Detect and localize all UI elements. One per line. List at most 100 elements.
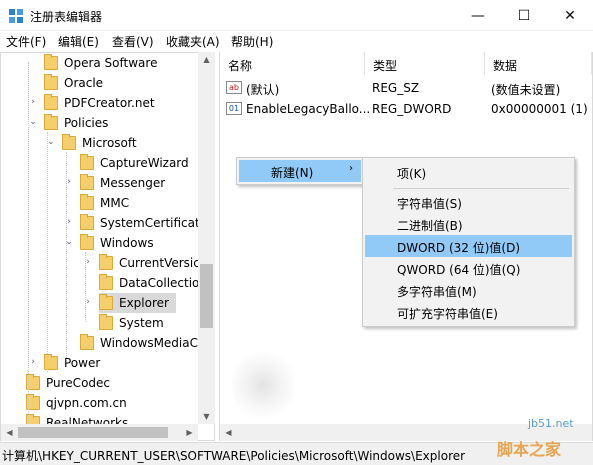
tree-item[interactable]: › CurrentVersic	[0, 253, 200, 273]
tree-item[interactable]: WindowsMediaC	[0, 333, 200, 353]
tree-item-label: Microsoft	[82, 136, 137, 150]
tree-item[interactable]: PureCodec	[0, 373, 200, 393]
list-scroll-left-arrow-icon[interactable]: ◀	[220, 428, 237, 437]
folder-icon	[44, 114, 58, 130]
column-header-name[interactable]: 名称	[220, 52, 365, 75]
submenu-item[interactable]: QWORD (64 位)值(Q)	[365, 257, 572, 279]
menu-favorites[interactable]: 收藏夹(A)	[166, 33, 220, 50]
title-bar: 注册表编辑器 — ☐ ✕	[0, 0, 593, 31]
column-header-data[interactable]: 数据	[485, 52, 592, 75]
column-type-label: 类型	[373, 59, 398, 73]
tree-horizontal-scroll-thumb[interactable]	[18, 427, 168, 438]
value-row[interactable]: 01 EnableLegacyBallo... REG_DWORD 0x0000…	[220, 98, 592, 120]
tree-item-label: Explorer	[119, 296, 169, 310]
column-header-type[interactable]: 类型	[365, 52, 485, 75]
maximize-button[interactable]: ☐	[501, 0, 547, 31]
tree-item[interactable]: qjvpn.com.cn	[0, 393, 200, 413]
folder-icon	[80, 194, 94, 210]
menu-help[interactable]: 帮助(H)	[231, 33, 273, 50]
expand-chevron-icon[interactable]: ›	[28, 357, 38, 367]
tree-vertical-scrollbar[interactable]	[198, 52, 215, 424]
tree-item[interactable]: › PDFCreator.net	[0, 93, 200, 113]
collapse-chevron-icon[interactable]: ⌄	[28, 117, 38, 127]
folder-icon	[44, 54, 58, 70]
tree-item[interactable]: › Messenger	[0, 173, 200, 193]
value-data: (数值未设置)	[491, 83, 561, 97]
value-name: (默认)	[246, 83, 280, 97]
tree-item[interactable]: › SystemCertificate	[0, 213, 207, 233]
tree-item-label: Opera Software	[64, 56, 158, 70]
folder-icon	[99, 254, 113, 270]
menu-file[interactable]: 文件(F)	[6, 33, 46, 50]
scroll-right-arrow-icon[interactable]: ▶	[181, 428, 198, 437]
close-button[interactable]: ✕	[547, 0, 593, 31]
folder-icon	[80, 154, 94, 170]
binary-value-icon: 01	[226, 102, 242, 115]
submenu-separator	[393, 188, 569, 189]
tree-item[interactable]: ⌄ Microsoft	[0, 133, 200, 153]
tree-vertical-scroll-thumb[interactable]	[200, 264, 213, 328]
tree-item-label: CaptureWizard	[100, 156, 189, 170]
tree-item-label: PDFCreator.net	[64, 96, 155, 110]
value-type: REG_SZ	[372, 81, 420, 95]
watermark-name: 脚本之家	[497, 440, 562, 459]
menu-view[interactable]: 查看(V)	[112, 33, 154, 50]
tree-item-label: Power	[64, 356, 101, 370]
value-row[interactable]: ab (默认) REG_SZ (数值未设置)	[220, 77, 592, 99]
minimize-icon: —	[471, 7, 485, 24]
tree-item[interactable]: Oracle	[0, 73, 200, 93]
tree-item-label: MMC	[100, 196, 130, 210]
folder-icon	[80, 234, 94, 250]
column-name-label: 名称	[228, 59, 253, 73]
tree-item-label: System	[119, 316, 164, 330]
tree-guide-line	[66, 152, 67, 362]
context-menu-new-label: 新建(N)	[271, 166, 314, 180]
tree-item[interactable]: CaptureWizard	[0, 153, 200, 173]
column-data-label: 数据	[493, 59, 518, 73]
tree-item-label: Oracle	[64, 76, 104, 90]
tree-guide-line	[47, 132, 48, 372]
tree-item-label: Windows	[100, 236, 154, 250]
folder-icon	[44, 74, 58, 90]
expand-chevron-icon[interactable]: ›	[28, 97, 38, 107]
tree-item-label: Messenger	[100, 176, 166, 190]
menu-edit[interactable]: 编辑(E)	[58, 33, 99, 50]
submenu-item-label: QWORD (64 位)值(Q)	[397, 263, 521, 277]
maximize-icon: ☐	[517, 7, 531, 24]
folder-icon	[99, 314, 113, 330]
tree-item-label: DataCollectio	[119, 276, 200, 290]
tree-item[interactable]: MMC	[0, 193, 200, 213]
tree-item[interactable]: ⌄ Policies	[0, 113, 200, 133]
submenu-item-key[interactable]: 项(K)	[365, 161, 572, 183]
folder-icon	[99, 274, 113, 290]
tree-item[interactable]: DataCollectio	[0, 273, 200, 293]
string-value-icon: ab	[226, 81, 242, 94]
tree-item[interactable]: Opera Software	[0, 53, 200, 73]
watermark-site: jb51.net	[528, 417, 574, 430]
scroll-down-arrow-icon[interactable]: ▼	[198, 412, 215, 421]
submenu-item-label: 多字符串值(M)	[397, 285, 477, 299]
minimize-button[interactable]: —	[455, 0, 501, 31]
folder-icon	[80, 334, 94, 350]
scroll-up-arrow-icon[interactable]: ▲	[198, 55, 215, 64]
submenu-item[interactable]: 多字符串值(M)	[365, 279, 572, 301]
submenu-item-label: 二进制值(B)	[397, 219, 463, 233]
submenu-item[interactable]: 可扩充字符串值(E)	[365, 301, 572, 323]
tree-item-label: CurrentVersic	[119, 256, 200, 270]
submenu-item[interactable]: DWORD (32 位)值(D)	[365, 235, 572, 257]
tree-item[interactable]: › Explorer	[86, 293, 176, 313]
submenu-item[interactable]: 字符串值(S)	[365, 191, 572, 213]
submenu-item[interactable]: 二进制值(B)	[365, 213, 572, 235]
tree-item-label: qjvpn.com.cn	[46, 396, 127, 410]
tree-item[interactable]: › Power	[0, 353, 200, 373]
menu-bar: 文件(F) 编辑(E) 查看(V) 收藏夹(A) 帮助(H)	[0, 31, 593, 51]
tree-item[interactable]: ⌄ Windows	[0, 233, 200, 253]
tree-item[interactable]: System	[0, 313, 200, 333]
folder-icon	[80, 214, 94, 230]
folder-icon	[44, 94, 58, 110]
tree-item-label: Policies	[64, 116, 109, 130]
swirl-graphic	[232, 345, 294, 425]
scroll-left-arrow-icon[interactable]: ◀	[1, 428, 18, 437]
folder-icon	[99, 294, 113, 310]
tree-guide-line	[85, 252, 86, 322]
